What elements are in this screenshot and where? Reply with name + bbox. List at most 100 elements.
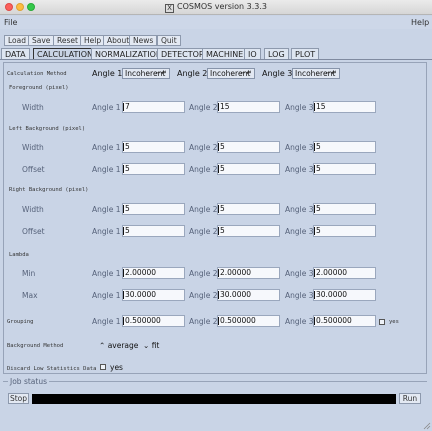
- angle-3-label: Angle 3: [285, 103, 314, 112]
- job-status-group: Job status Stop Run: [3, 377, 427, 409]
- dropdown-arrow-icon: −↵: [155, 69, 167, 77]
- angle-2-label: Angle 2: [189, 317, 218, 326]
- menu-help[interactable]: Help: [411, 18, 429, 27]
- method-angle-1-label: Angle 1: [92, 69, 123, 78]
- foreground-width-angle-3-input[interactable]: 15: [313, 101, 376, 113]
- left-background-width-angle-2-input[interactable]: 5: [217, 141, 280, 153]
- right-background-offset-angle-3-input[interactable]: 5: [313, 225, 376, 237]
- load-button[interactable]: Load: [4, 35, 30, 46]
- foreground-width-label: Width: [22, 103, 44, 112]
- news-button[interactable]: News: [129, 35, 158, 46]
- background-method-label: Background Method: [7, 343, 64, 349]
- angle-1-label: Angle 1: [92, 205, 121, 214]
- grouping-angle-1-input[interactable]: 0.500000: [122, 315, 185, 327]
- tab-divider: [0, 59, 432, 60]
- angle-3-label: Angle 3: [285, 269, 314, 278]
- angle-3-label: Angle 3: [285, 205, 314, 214]
- angle-2-label: Angle 2: [189, 165, 218, 174]
- grouping-angle-3-input[interactable]: 0.500000: [313, 315, 376, 327]
- resize-grip-icon[interactable]: [423, 422, 431, 430]
- calculation-method-label: Calculation Method: [7, 71, 67, 77]
- angle-3-label: Angle 3: [285, 317, 314, 326]
- run-button[interactable]: Run: [399, 393, 421, 404]
- discard-yes-checkbox[interactable]: [100, 364, 106, 370]
- angle-2-label: Angle 2: [189, 291, 218, 300]
- right-background-width-angle-3-input[interactable]: 5: [313, 203, 376, 215]
- lambda-max-angle-2-input[interactable]: 30.0000: [217, 289, 280, 301]
- calculation-panel: Calculation Method Angle 1 Incoherent −↵ …: [3, 62, 427, 374]
- angle-3-label: Angle 3: [285, 143, 314, 152]
- cosmos-window: X COSMOS version 3.3.3 File Help Load Sav…: [0, 0, 432, 431]
- grouping-label: Grouping: [7, 319, 34, 325]
- job-status-label: Job status: [8, 377, 49, 386]
- angle-2-label: Angle 2: [189, 227, 218, 236]
- lambda-max-angle-1-input[interactable]: 30.0000: [122, 289, 185, 301]
- left-background-offset-angle-1-input[interactable]: 5: [122, 163, 185, 175]
- angle-2-label: Angle 2: [189, 205, 218, 214]
- quit-button[interactable]: Quit: [157, 35, 181, 46]
- grouping-yes-checkbox[interactable]: [379, 319, 385, 325]
- grouping-angle-2-input[interactable]: 0.500000: [217, 315, 280, 327]
- right-background-width-angle-2-input[interactable]: 5: [217, 203, 280, 215]
- right-background-offset-angle-2-input[interactable]: 5: [217, 225, 280, 237]
- x11-app-icon: X: [165, 4, 174, 13]
- stop-button[interactable]: Stop: [8, 393, 29, 404]
- background-method-average-radio[interactable]: ⌃ average: [99, 341, 138, 350]
- angle-3-label: Angle 3: [285, 291, 314, 300]
- method-angle-1-select[interactable]: Incoherent −↵: [122, 68, 170, 79]
- job-progress-bar: [32, 394, 396, 404]
- angle-3-label: Angle 3: [285, 227, 314, 236]
- reset-button[interactable]: Reset: [53, 35, 82, 46]
- lambda-min-label: Min: [22, 269, 36, 278]
- left-background-width-label: Width: [22, 143, 44, 152]
- save-button[interactable]: Save: [28, 35, 55, 46]
- right-background-width-angle-1-input[interactable]: 5: [122, 203, 185, 215]
- angle-1-label: Angle 1: [92, 103, 121, 112]
- lambda-min-angle-3-input[interactable]: 2.00000: [313, 267, 376, 279]
- grouping-yes-label: yes: [389, 319, 399, 325]
- left-background-width-angle-3-input[interactable]: 5: [313, 141, 376, 153]
- discard-low-statistics-label: Discard Low Statistics Data: [7, 366, 97, 372]
- right-background-offset-label: Offset: [22, 227, 45, 236]
- foreground-width-angle-2-input[interactable]: 15: [217, 101, 280, 113]
- lambda-max-angle-3-input[interactable]: 30.0000: [313, 289, 376, 301]
- background-method-fit-radio[interactable]: ⌄ fit: [143, 341, 159, 350]
- angle-3-label: Angle 3: [285, 165, 314, 174]
- angle-2-label: Angle 2: [189, 269, 218, 278]
- discard-yes-label: yes: [110, 363, 123, 372]
- angle-1-label: Angle 1: [92, 227, 121, 236]
- radio-unselected-icon: ⌃: [99, 341, 106, 350]
- angle-1-label: Angle 1: [92, 143, 121, 152]
- right-background-width-label: Width: [22, 205, 44, 214]
- lambda-min-angle-2-input[interactable]: 2.00000: [217, 267, 280, 279]
- angle-2-label: Angle 2: [189, 103, 218, 112]
- angle-1-label: Angle 1: [92, 317, 121, 326]
- left-background-width-angle-1-input[interactable]: 5: [122, 141, 185, 153]
- help-button[interactable]: Help: [80, 35, 106, 46]
- right-background-offset-angle-1-input[interactable]: 5: [122, 225, 185, 237]
- method-angle-2-select[interactable]: Incoherent −↵: [207, 68, 255, 79]
- dropdown-arrow-icon: −↵: [240, 69, 252, 77]
- dropdown-arrow-icon: −↵: [325, 69, 337, 77]
- method-angle-3-select[interactable]: Incoherent −↵: [292, 68, 340, 79]
- angle-2-label: Angle 2: [189, 143, 218, 152]
- angle-1-label: Angle 1: [92, 269, 121, 278]
- left-background-offset-angle-3-input[interactable]: 5: [313, 163, 376, 175]
- lambda-min-angle-1-input[interactable]: 2.00000: [122, 267, 185, 279]
- angle-1-label: Angle 1: [92, 291, 121, 300]
- menu-bar: File Help: [0, 16, 432, 29]
- lambda-section-label: Lambda: [9, 252, 29, 258]
- radio-selected-icon: ⌄: [143, 341, 150, 350]
- foreground-section-label: Foreground (pixel): [9, 85, 69, 91]
- left-background-section-label: Left Background (pixel): [9, 126, 86, 132]
- method-angle-3-label: Angle 3: [262, 69, 293, 78]
- angle-1-label: Angle 1: [92, 165, 121, 174]
- lambda-max-label: Max: [22, 291, 38, 300]
- left-background-offset-label: Offset: [22, 165, 45, 174]
- title-bar: X COSMOS version 3.3.3: [0, 0, 432, 15]
- right-background-section-label: Right Background (pixel): [9, 187, 89, 193]
- menu-file[interactable]: File: [4, 18, 17, 27]
- window-title: X COSMOS version 3.3.3: [0, 2, 432, 13]
- left-background-offset-angle-2-input[interactable]: 5: [217, 163, 280, 175]
- foreground-width-angle-1-input[interactable]: 7: [122, 101, 185, 113]
